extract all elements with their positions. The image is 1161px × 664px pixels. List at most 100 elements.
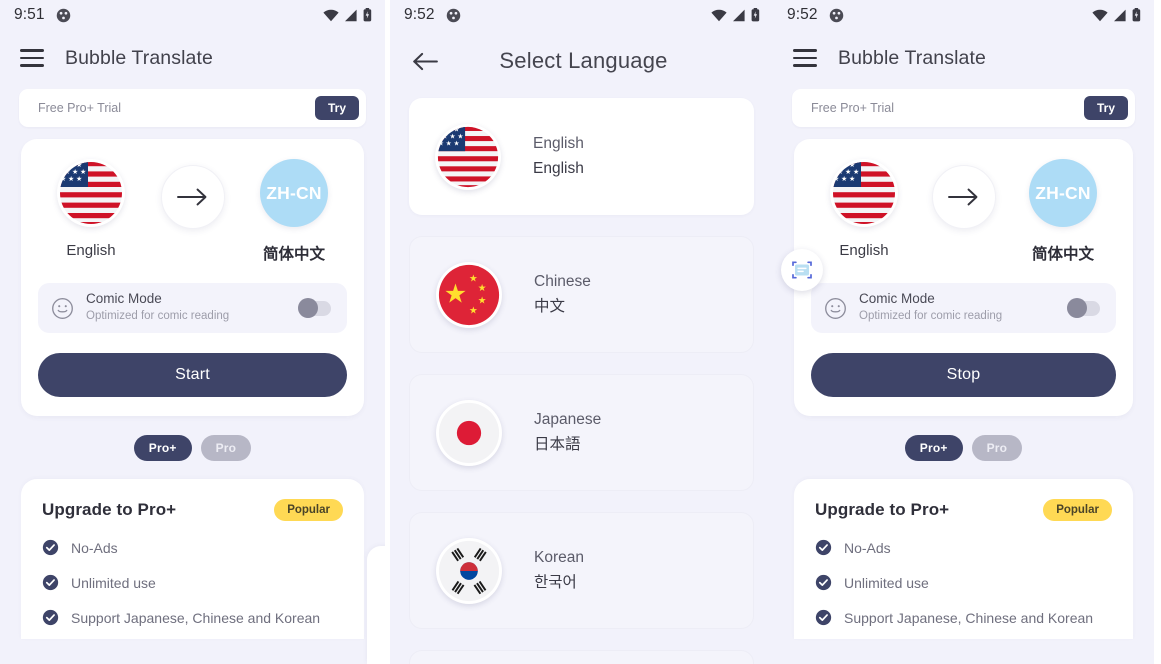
check-circle-icon	[42, 609, 59, 626]
list-item: Unlimited use	[815, 574, 1112, 591]
list-item[interactable]: ★ ★ ★ ★ ★ Chinese 中文	[409, 236, 754, 353]
svg-text:★: ★	[849, 175, 855, 183]
plan-tab-pro-plus[interactable]: Pro+	[133, 435, 192, 461]
list-item[interactable]: Korean 한국어	[409, 512, 754, 629]
app-dots-icon	[829, 8, 844, 23]
signal-icon	[732, 9, 746, 22]
page-title: Select Language	[499, 48, 668, 73]
list-item: Support Japanese, Chinese and Korean	[42, 609, 343, 626]
upgrade-title: Upgrade to Pro+	[815, 500, 950, 519]
page-title: Bubble Translate	[838, 46, 986, 69]
target-language-selector[interactable]: ZH-CN 简体中文	[246, 159, 342, 264]
start-button[interactable]: Start	[38, 353, 347, 397]
us-flag-icon: ★ ★ ★ ★ ★ ★ ★ ★ ★	[435, 123, 501, 190]
translate-card: ★ ★ ★ ★ ★ ★ ★ ★ ★ English ZH-CN 简体中文 Com…	[21, 139, 364, 416]
check-circle-icon	[42, 574, 59, 591]
plan-tab-pro[interactable]: Pro	[200, 435, 252, 461]
us-flag-icon: ★ ★ ★ ★ ★ ★ ★ ★ ★	[57, 159, 125, 227]
stop-button[interactable]: Stop	[811, 353, 1116, 397]
source-language-selector[interactable]: ★ ★ ★ ★ ★ ★ ★ ★ ★ English	[43, 159, 139, 259]
source-language-label: English	[839, 242, 889, 259]
svg-text:★: ★	[438, 140, 444, 147]
svg-text:★: ★	[469, 305, 478, 316]
svg-text:★: ★	[76, 175, 82, 183]
trial-label: Free Pro+ Trial	[811, 101, 895, 115]
language-list: ★ ★ ★ ★ ★ ★ ★ ★ ★ English English ★ ★ ★ …	[390, 92, 773, 664]
wifi-icon	[711, 9, 727, 22]
status-bar-time: 9:52	[787, 6, 818, 23]
list-item[interactable]: ★ ★ ★ ★ ★ ★ ★ ★ ★ English English	[409, 98, 754, 215]
scan-text-icon[interactable]	[781, 249, 823, 291]
app-dots-icon	[56, 8, 71, 23]
trial-banner: Free Pro+ Trial Try	[19, 89, 366, 127]
arrow-left-icon[interactable]	[410, 46, 440, 76]
language-pair-row: ★ ★ ★ ★ ★ ★ ★ ★ ★ English ZH-CN 简体中文	[811, 157, 1116, 264]
comic-mode-row[interactable]: Comic Mode Optimized for comic reading	[38, 283, 347, 333]
target-language-selector[interactable]: ZH-CN 简体中文	[1015, 159, 1111, 264]
target-language-label: 简体中文	[1031, 246, 1094, 263]
language-native-name: 日本語	[534, 435, 581, 453]
svg-text:★: ★	[841, 175, 847, 183]
phone-screen-select-language: 9:52 Select Language ★ ★ ★ ★ ★ ★ ★ ★ ★ E…	[390, 0, 773, 664]
svg-text:★: ★	[833, 161, 839, 169]
list-item: No-Ads	[815, 539, 1112, 556]
svg-text:★: ★	[478, 295, 487, 306]
next-plan-card-peek	[367, 546, 385, 664]
target-language-label: 简体中文	[262, 246, 325, 263]
list-item[interactable]	[409, 650, 754, 664]
svg-text:★: ★	[841, 161, 847, 169]
comic-mode-title: Comic Mode	[859, 291, 935, 307]
comic-mode-row[interactable]: Comic Mode Optimized for comic reading	[811, 283, 1116, 333]
hamburger-menu-icon[interactable]	[20, 49, 44, 67]
signal-icon	[344, 9, 358, 22]
status-bar: 9:52	[773, 0, 1154, 30]
svg-text:★: ★	[438, 126, 444, 133]
svg-text:★: ★	[853, 168, 859, 176]
status-bar: 9:52	[390, 0, 773, 30]
language-english-name: Korean	[534, 549, 584, 567]
plan-tab-pro[interactable]: Pro	[971, 435, 1023, 461]
language-native-name: English	[533, 159, 584, 177]
status-bar-icons	[323, 8, 372, 22]
upgrade-card: Upgrade to Pro+ Popular No-Ads Unlimited…	[794, 479, 1133, 639]
upgrade-card: Upgrade to Pro+ Popular No-Ads Unlimited…	[21, 479, 364, 639]
comic-mode-subtitle: Optimized for comic reading	[86, 310, 230, 323]
plan-tab-pro-plus[interactable]: Pro+	[904, 435, 963, 461]
status-bar-time: 9:51	[14, 6, 45, 23]
page-title: Bubble Translate	[65, 46, 213, 69]
source-language-selector[interactable]: ★ ★ ★ ★ ★ ★ ★ ★ ★ English	[816, 159, 912, 259]
try-button[interactable]: Try	[1083, 96, 1128, 120]
language-native-name: 中文	[534, 297, 566, 315]
comic-mode-subtitle: Optimized for comic reading	[859, 310, 1003, 323]
svg-text:★: ★	[478, 283, 487, 294]
status-bar-icons	[711, 8, 760, 22]
svg-text:★: ★	[80, 168, 86, 176]
swap-direction-button[interactable]	[145, 159, 241, 229]
app-dots-icon	[446, 8, 461, 23]
status-bar-time: 9:52	[404, 6, 435, 23]
svg-text:★: ★	[833, 175, 839, 183]
list-item: No-Ads	[42, 539, 343, 556]
arrow-right-icon	[931, 165, 996, 229]
comic-mode-toggle[interactable]	[298, 298, 331, 318]
smiley-face-icon	[51, 297, 74, 320]
language-english-name: Chinese	[534, 273, 591, 291]
kr-flag-icon	[436, 537, 502, 604]
upgrade-title: Upgrade to Pro+	[42, 500, 177, 519]
phone-screen-home-idle: 9:51 Bubble Translate Free Pro+ Trial Tr…	[0, 0, 385, 664]
swap-direction-button[interactable]	[916, 159, 1012, 229]
svg-text:★: ★	[68, 161, 74, 169]
status-bar-icons	[1092, 8, 1141, 22]
check-circle-icon	[815, 609, 832, 626]
list-item[interactable]: Japanese 日本語	[409, 374, 754, 491]
battery-icon	[751, 8, 760, 22]
comic-mode-toggle[interactable]	[1067, 298, 1100, 318]
phone-screen-home-running: 9:52 Bubble Translate Free Pro+ Trial Tr…	[773, 0, 1154, 664]
translate-card: ★ ★ ★ ★ ★ ★ ★ ★ ★ English ZH-CN 简体中文 Com…	[794, 139, 1133, 416]
try-button[interactable]: Try	[314, 96, 359, 120]
hamburger-menu-icon[interactable]	[793, 49, 817, 67]
svg-text:★: ★	[469, 273, 478, 284]
feature-label: No-Ads	[844, 539, 891, 556]
svg-text:★: ★	[444, 278, 467, 308]
svg-text:★: ★	[453, 140, 459, 147]
